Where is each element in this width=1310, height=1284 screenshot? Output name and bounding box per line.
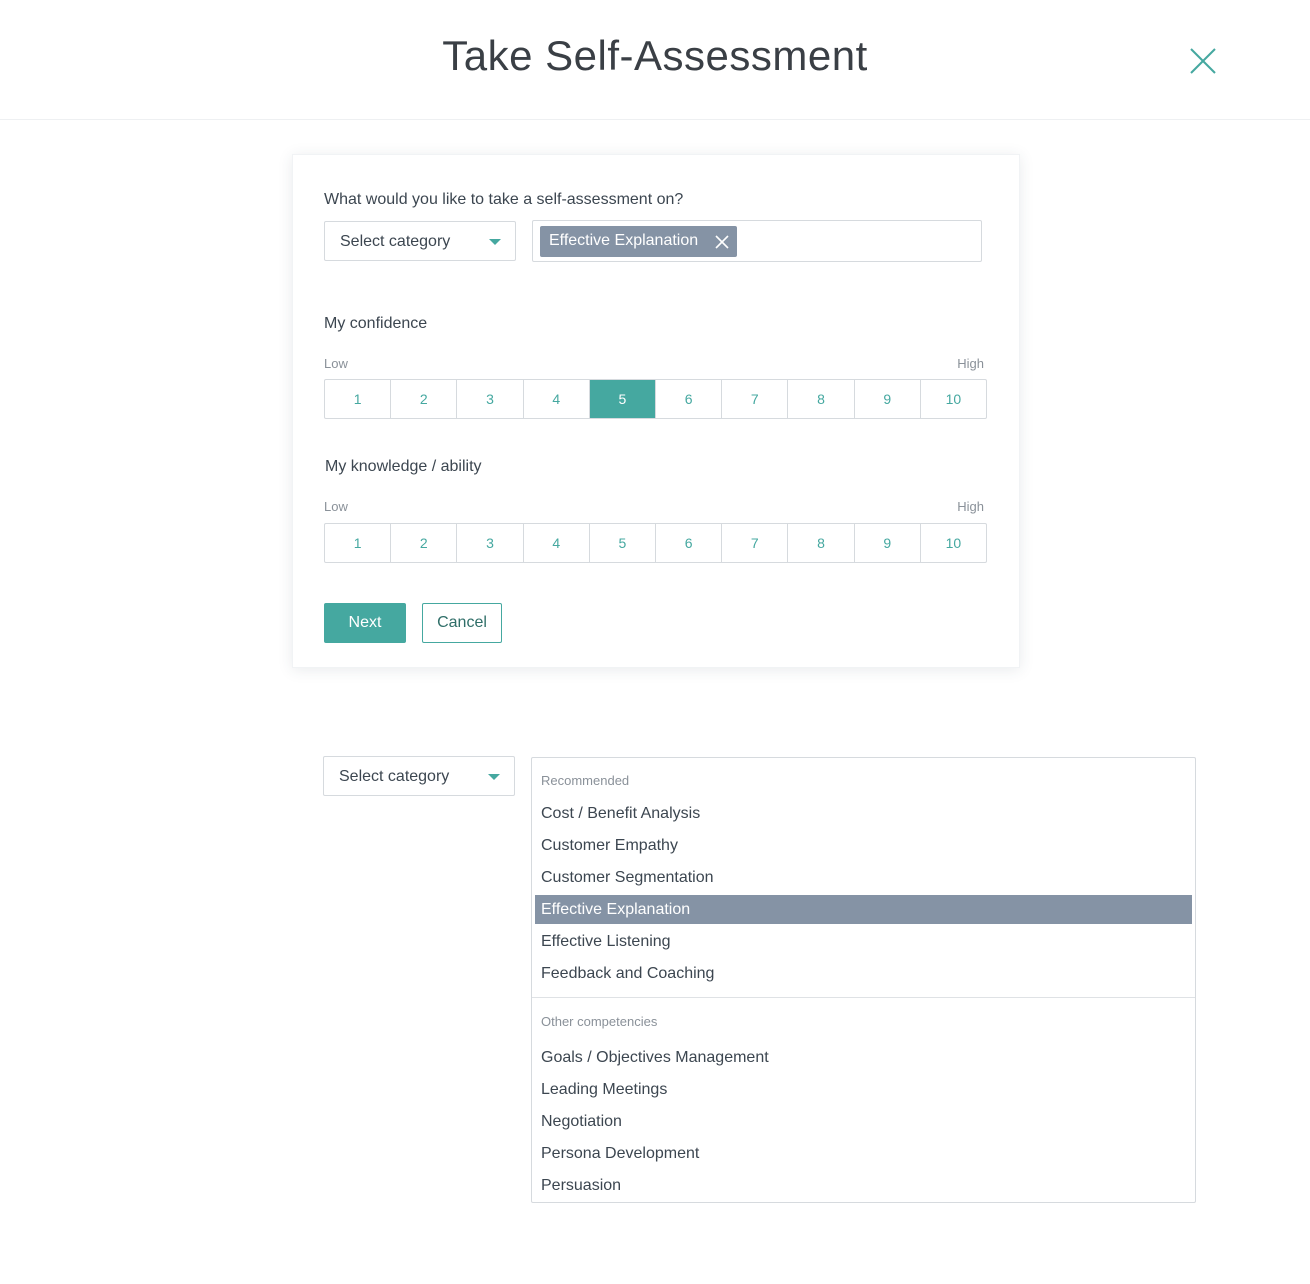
selected-tag-label: Effective Explanation xyxy=(549,232,699,249)
category-select-label: Select category xyxy=(340,233,451,250)
knowledge-low-label: Low xyxy=(324,499,348,514)
caret-down-icon xyxy=(489,239,501,245)
other-group-label: Other competencies xyxy=(541,1014,658,1029)
assessment-card: What would you like to take a self-asses… xyxy=(292,154,1020,668)
dropdown-option[interactable]: Cost / Benefit Analysis xyxy=(535,799,1192,828)
knowledge-option[interactable]: 6 xyxy=(656,524,723,562)
competency-dropdown: Recommended Other competencies Cost / Be… xyxy=(531,757,1196,1203)
knowledge-scale: 1 2 3 4 5 6 7 8 9 10 xyxy=(324,523,987,563)
knowledge-option[interactable]: 10 xyxy=(921,524,986,562)
confidence-option[interactable]: 1 xyxy=(325,380,392,418)
close-icon xyxy=(715,235,729,249)
knowledge-high-label: High xyxy=(957,499,984,514)
dropdown-option[interactable]: Customer Empathy xyxy=(535,831,1192,860)
dropdown-option[interactable]: Effective Listening xyxy=(535,927,1192,956)
dropdown-option[interactable]: Customer Segmentation xyxy=(535,863,1192,892)
confidence-low-label: Low xyxy=(324,356,348,371)
confidence-label: My confidence xyxy=(324,315,428,332)
group-divider xyxy=(532,997,1195,998)
category-select-expanded[interactable]: Select category xyxy=(323,756,515,796)
dropdown-option[interactable]: Leading Meetings xyxy=(535,1075,1192,1104)
dropdown-option[interactable]: Persuasion xyxy=(535,1171,1192,1200)
recommended-group-label: Recommended xyxy=(541,773,630,788)
close-icon xyxy=(1190,48,1216,74)
confidence-option[interactable]: 2 xyxy=(391,380,458,418)
knowledge-option[interactable]: 7 xyxy=(722,524,789,562)
next-button[interactable]: Next xyxy=(324,603,406,643)
knowledge-option[interactable]: 4 xyxy=(524,524,590,562)
confidence-option[interactable]: 10 xyxy=(921,380,986,418)
confidence-option[interactable]: 8 xyxy=(788,380,855,418)
knowledge-option[interactable]: 3 xyxy=(457,524,524,562)
close-modal-button[interactable] xyxy=(1186,44,1220,78)
competency-tag-input[interactable]: Effective Explanation xyxy=(532,220,982,262)
dropdown-option[interactable]: Persona Development xyxy=(535,1139,1192,1168)
knowledge-option[interactable]: 1 xyxy=(325,524,392,562)
confidence-option[interactable]: 4 xyxy=(524,380,590,418)
modal-header: Take Self-Assessment xyxy=(0,0,1310,120)
knowledge-label: My knowledge / ability xyxy=(325,458,482,475)
knowledge-option[interactable]: 2 xyxy=(391,524,458,562)
question-label: What would you like to take a self-asses… xyxy=(324,191,684,208)
page-title: Take Self-Assessment xyxy=(442,32,868,79)
confidence-option[interactable]: 7 xyxy=(722,380,789,418)
confidence-option[interactable]: 5 xyxy=(589,380,657,418)
knowledge-option[interactable]: 9 xyxy=(855,524,921,562)
dropdown-option[interactable]: Feedback and Coaching xyxy=(535,959,1192,988)
caret-down-icon xyxy=(488,774,500,780)
confidence-option[interactable]: 9 xyxy=(855,380,921,418)
category-select-label: Select category xyxy=(339,768,450,785)
selected-tag: Effective Explanation xyxy=(540,226,737,257)
cancel-button[interactable]: Cancel xyxy=(422,603,502,643)
dropdown-option[interactable]: Negotiation xyxy=(535,1107,1192,1136)
confidence-option[interactable]: 3 xyxy=(457,380,524,418)
remove-tag-button[interactable] xyxy=(715,235,729,249)
knowledge-option[interactable]: 8 xyxy=(788,524,855,562)
dropdown-option[interactable]: Goals / Objectives Management xyxy=(535,1043,1192,1072)
category-select[interactable]: Select category xyxy=(324,221,516,261)
confidence-option[interactable]: 6 xyxy=(656,380,723,418)
confidence-high-label: High xyxy=(957,356,984,371)
dropdown-option[interactable]: Effective Explanation xyxy=(535,895,1192,924)
confidence-scale: 1 2 3 4 5 6 7 8 9 10 xyxy=(324,379,987,419)
knowledge-option[interactable]: 5 xyxy=(590,524,657,562)
